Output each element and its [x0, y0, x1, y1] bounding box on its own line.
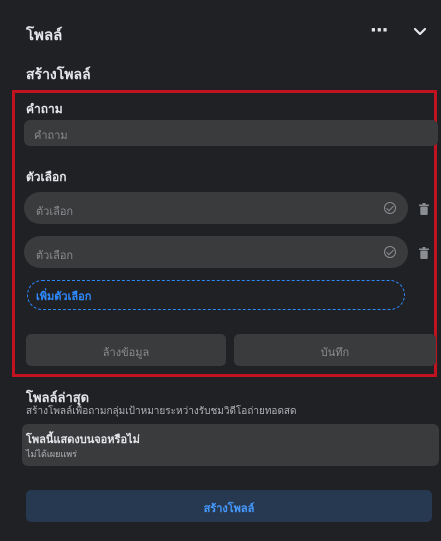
- chevron-down-icon[interactable]: [413, 27, 427, 37]
- more-options-icon[interactable]: ···: [370, 20, 388, 41]
- poll-display-status: ไม่ได้เผยแพร่: [26, 450, 78, 460]
- panel-title: โพลล์: [26, 26, 63, 44]
- trash-icon[interactable]: [419, 247, 429, 259]
- create-poll-label: สร้างโพลล์: [203, 502, 255, 515]
- add-option-label: เพิ่มตัวเลือก: [36, 290, 92, 303]
- create-poll-heading: สร้างโพลล์: [26, 67, 91, 83]
- question-placeholder: คำถาม: [34, 129, 68, 142]
- option-input-1[interactable]: [24, 192, 408, 224]
- option-input-2[interactable]: [24, 236, 408, 268]
- options-label: ตัวเลือก: [26, 170, 67, 184]
- question-input[interactable]: [24, 120, 438, 146]
- option-placeholder-2: ตัวเลือก: [36, 249, 74, 262]
- option-placeholder-1: ตัวเลือก: [36, 205, 74, 218]
- panel-header: โพลล์ ···: [0, 0, 441, 60]
- question-label: คำถาม: [26, 102, 63, 116]
- check-icon: [384, 246, 396, 258]
- trash-icon[interactable]: [419, 203, 429, 215]
- save-button-label: บันทึก: [320, 346, 350, 359]
- clear-button-label: ล้างข้อมูล: [102, 346, 150, 359]
- recent-polls-description: สร้างโพลล์เพื่อถามกลุ่มเป้าหมายระหว่างรั…: [26, 406, 297, 417]
- poll-display-title: โพลนี้แสดงบนจอหรือไม่: [26, 433, 140, 446]
- check-icon: [384, 202, 396, 214]
